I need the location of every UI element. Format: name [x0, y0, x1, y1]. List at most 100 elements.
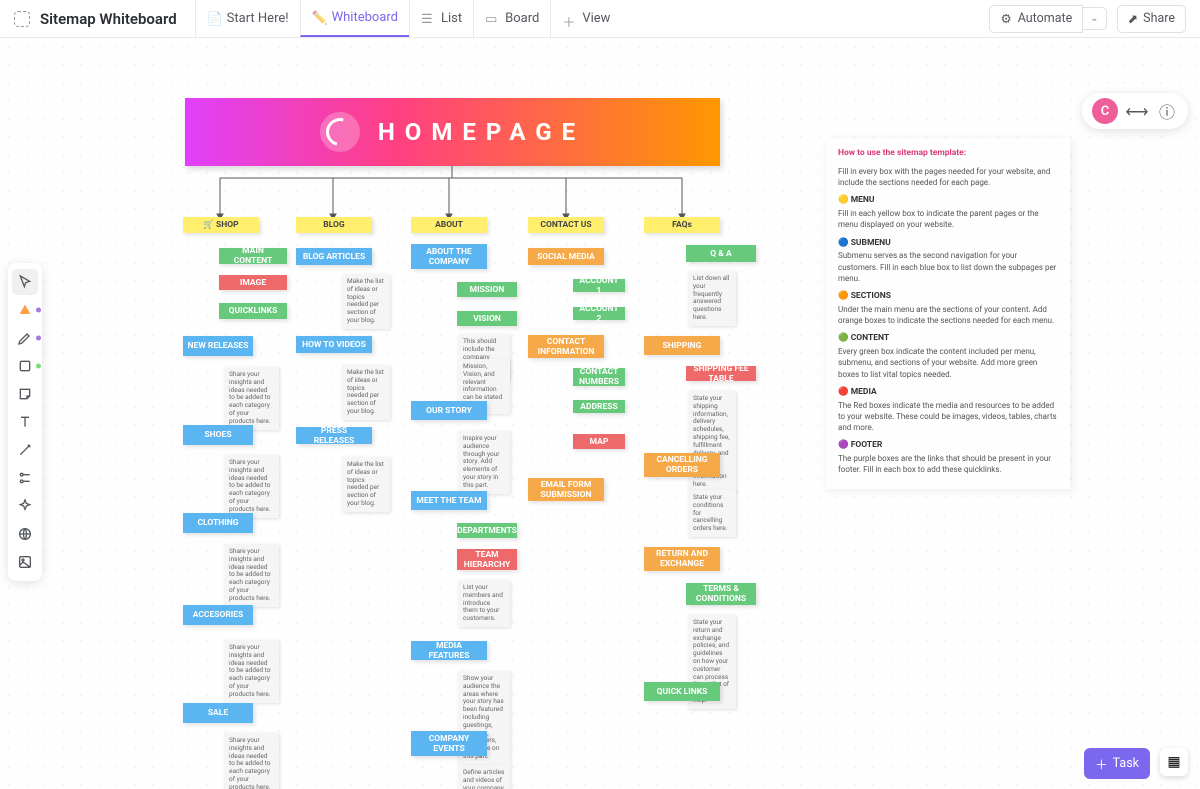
homepage-logo-icon [320, 112, 360, 152]
node-company-events[interactable]: COMPANY EVENTS [411, 731, 487, 756]
node-image[interactable]: IMAGE [219, 275, 287, 290]
whiteboard-canvas[interactable]: C ⟷ ⓘ ＋Task ▦ HOMEPAGE 🛒 SHOP BLOG ABOUT… [0, 38, 1200, 789]
node-accessories[interactable]: ACCESORIES [183, 605, 253, 625]
organize-tool-icon[interactable] [12, 465, 38, 491]
collaborator-bar: C ⟷ ⓘ [1082, 93, 1188, 129]
menu-faqs[interactable]: FAQs [644, 217, 720, 233]
pen-tool-icon[interactable] [12, 325, 38, 351]
node-sale[interactable]: SALE [183, 703, 253, 723]
node-blog-articles[interactable]: BLOG ARTICLES [296, 248, 372, 265]
node-main-content[interactable]: MAIN CONTENT [219, 248, 287, 264]
node-vision[interactable]: VISION [457, 311, 517, 326]
legend-sections-h: 🟠 SECTIONS [838, 291, 1058, 303]
node-press-releases[interactable]: PRESS RELEASES [296, 427, 372, 444]
shapes-tool-icon[interactable] [12, 297, 38, 323]
legend-sections-t: Under the main menu are the sections of … [838, 304, 1058, 326]
node-account2[interactable]: ACCOUNT 2 [573, 307, 625, 320]
node-contact-info[interactable]: CONTACT INFORMATION [528, 335, 604, 358]
share-button[interactable]: ⬈Share [1117, 5, 1186, 33]
node-new-releases[interactable]: NEW RELEASES [183, 336, 253, 356]
node-departments[interactable]: DEPARTMENTS [457, 523, 517, 538]
legend-content-h: 🟢 CONTENT [838, 333, 1058, 345]
node-cancel-orders[interactable]: CANCELLING ORDERS [644, 453, 720, 477]
info-icon[interactable]: ⓘ [1156, 100, 1178, 122]
node-address[interactable]: ADDRESS [573, 400, 625, 413]
node-meet-team[interactable]: MEET THE TEAM [411, 491, 487, 510]
note-team[interactable]: List your members and introduce them to … [458, 580, 510, 627]
settings-icon[interactable] [14, 11, 30, 27]
note-accessories[interactable]: Share your insights and ideas needed to … [224, 640, 279, 703]
homepage-title: HOMEPAGE [378, 118, 585, 146]
new-task-button[interactable]: ＋Task [1084, 748, 1150, 779]
tab-add-view[interactable]: ＋View [550, 0, 621, 37]
menu-about[interactable]: ABOUT [411, 217, 487, 233]
node-return-exchange[interactable]: RETURN AND EXCHANGE [644, 547, 720, 571]
legend-media-h: 🔴 MEDIA [838, 387, 1058, 399]
node-how-to-videos[interactable]: HOW TO VIDEOS [296, 336, 372, 353]
node-quicklinks[interactable]: QUICKLINKS [219, 303, 287, 319]
note-new-releases[interactable]: Share your insights and ideas needed to … [224, 367, 279, 430]
note-blog-articles[interactable]: Make the list of ideas or topics needed … [342, 274, 390, 329]
web-tool-icon[interactable] [12, 521, 38, 547]
note-qa[interactable]: List down all your frequently answered q… [688, 271, 736, 326]
node-terms[interactable]: TERMS & CONDITIONS [686, 583, 756, 605]
tab-list[interactable]: ☰List [409, 0, 473, 37]
automate-button[interactable]: ⚙Automate [989, 5, 1083, 33]
legend-footer-t: The purple boxes are the links that shou… [838, 453, 1058, 475]
connector-tool-icon[interactable] [12, 437, 38, 463]
node-email-form[interactable]: EMAIL FORM SUBMISSION [528, 478, 604, 501]
node-contact-numbers[interactable]: CONTACT NUMBERS [573, 368, 625, 386]
note-our-story[interactable]: Inspire your audience through your story… [458, 431, 510, 494]
text-tool-icon[interactable] [12, 409, 38, 435]
node-our-story[interactable]: OUR STORY [411, 401, 487, 420]
page-title: Sitemap Whiteboard [40, 10, 177, 28]
node-shipping-fee[interactable]: SHIPPING FEE TABLE [686, 366, 756, 381]
note-shoes[interactable]: Share your insights and ideas needed to … [224, 455, 279, 518]
note-shipping[interactable]: State your shipping information, deliver… [688, 391, 736, 493]
tab-whiteboard[interactable]: ✏️Whiteboard [300, 0, 409, 37]
legend-panel[interactable]: How to use the sitemap template: Fill in… [826, 138, 1070, 489]
node-mission[interactable]: MISSION [457, 282, 517, 297]
fit-icon[interactable]: ⟷ [1126, 100, 1148, 122]
automate-dropdown[interactable]: ⌄ [1083, 7, 1106, 30]
note-cancel[interactable]: State your conditions for cancelling ord… [688, 490, 736, 537]
node-about-company[interactable]: ABOUT THE COMPANY [411, 244, 487, 269]
pointer-tool-icon[interactable] [12, 269, 38, 295]
tab-start-here[interactable]: 📄Start Here! [195, 0, 300, 37]
avatar[interactable]: C [1092, 98, 1118, 124]
sticky-tool-icon[interactable] [12, 381, 38, 407]
node-map[interactable]: MAP [573, 434, 625, 449]
ai-tool-icon[interactable] [12, 493, 38, 519]
image-tool-icon[interactable] [12, 549, 38, 575]
menu-blog[interactable]: BLOG [296, 217, 372, 233]
legend-submenu-h: 🔵 SUBMENU [838, 238, 1058, 250]
node-shipping[interactable]: SHIPPING [644, 336, 720, 355]
legend-intro: Fill in every box with the pages needed … [838, 166, 1058, 188]
node-shoes[interactable]: SHOES [183, 425, 253, 445]
homepage-banner[interactable]: HOMEPAGE [185, 98, 720, 166]
node-clothing[interactable]: CLOTHING [183, 513, 253, 533]
legend-title: How to use the sitemap template: [838, 148, 1058, 160]
node-social-media[interactable]: SOCIAL MEDIA [528, 248, 604, 265]
legend-footer-h: 🟣 FOOTER [838, 440, 1058, 452]
tab-board[interactable]: ▭Board [473, 0, 550, 37]
node-quick-links[interactable]: QUICK LINKS [644, 682, 720, 701]
legend-menu-t: Fill in each yellow box to indicate the … [838, 208, 1058, 230]
rectangle-tool-icon[interactable] [12, 353, 38, 379]
note-clothing[interactable]: Share your insights and ideas needed to … [224, 544, 279, 607]
apps-icon[interactable]: ▦ [1160, 748, 1188, 776]
menu-contact[interactable]: CONTACT US [528, 217, 604, 233]
node-media-features[interactable]: MEDIA FEATURES [411, 641, 487, 660]
note-sale[interactable]: Share your insights and ideas needed to … [224, 733, 279, 789]
legend-content-t: Every green box indicate the content inc… [838, 346, 1058, 380]
legend-menu-h: 🟡 MENU [838, 195, 1058, 207]
node-hierarchy[interactable]: TEAM HIERARCHY [457, 549, 517, 570]
node-qa[interactable]: Q & A [686, 245, 756, 262]
node-account1[interactable]: ACCOUNT 1 [573, 279, 625, 292]
menu-shop[interactable]: 🛒 SHOP [183, 217, 259, 233]
legend-submenu-t: Submenu serves as the second navigation … [838, 250, 1058, 284]
top-bar: Sitemap Whiteboard 📄Start Here! ✏️Whiteb… [0, 0, 1200, 38]
note-events[interactable]: Define articles and videos of your compa… [458, 765, 510, 789]
note-press[interactable]: Make the list of ideas or topics needed … [342, 457, 390, 512]
note-how-to[interactable]: Make the list of ideas or topics needed … [342, 365, 390, 420]
